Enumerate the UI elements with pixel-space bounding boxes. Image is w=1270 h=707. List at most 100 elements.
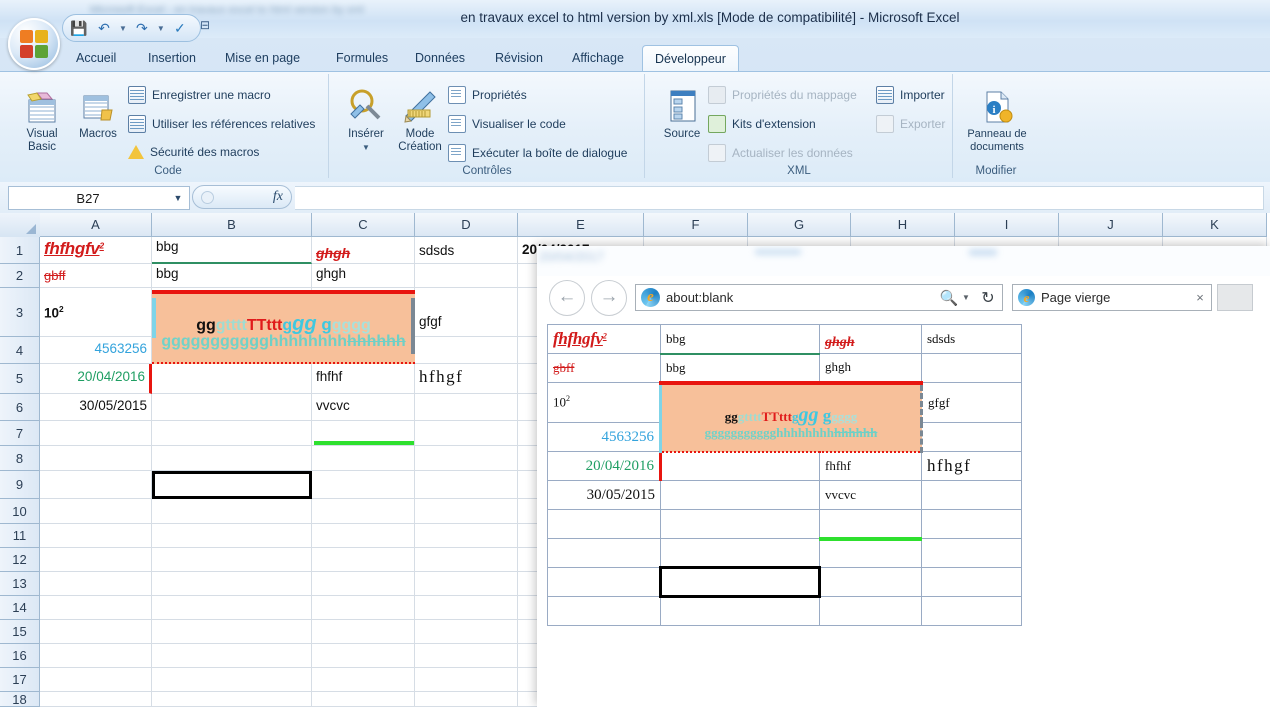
cell-merged-B3-C4[interactable]: gggttttTTtttggg ggggg ggggggggggghhhhhhh… (152, 290, 415, 364)
tab-revision[interactable]: Révision (483, 45, 555, 72)
grid-cell[interactable] (152, 499, 312, 524)
document-panel-button[interactable]: i Panneau de documents (966, 82, 1028, 154)
grid-cell[interactable] (40, 620, 152, 644)
grid-cell[interactable] (415, 692, 518, 707)
column-header-e[interactable]: E (518, 213, 644, 237)
cell-C2[interactable]: ghgh (312, 264, 415, 288)
refresh-icon[interactable]: ↻ (974, 288, 1002, 308)
grid-cell[interactable] (415, 446, 518, 471)
export-item[interactable]: Exporter (876, 115, 945, 133)
row-header-11[interactable]: 11 (0, 524, 40, 548)
grid-cell[interactable] (40, 572, 152, 596)
grid-cell[interactable] (415, 394, 518, 421)
properties-item[interactable]: Propriétés (448, 86, 527, 104)
row-header-10[interactable]: 10 (0, 499, 40, 524)
grid-cell[interactable] (415, 421, 518, 446)
visual-basic-button[interactable]: Visual Basic (14, 82, 70, 154)
grid-cell[interactable] (312, 548, 415, 572)
grid-cell[interactable] (415, 471, 518, 499)
row-header-18[interactable]: 18 (0, 692, 40, 707)
grid-cell[interactable] (152, 364, 312, 394)
grid-cell[interactable] (415, 644, 518, 668)
tab-mise-en-page[interactable]: Mise en page (213, 45, 312, 72)
column-header-a[interactable]: A (40, 213, 152, 237)
cell-B1[interactable]: bbg (152, 237, 312, 264)
column-header-k[interactable]: K (1163, 213, 1267, 237)
grid-cell[interactable] (40, 644, 152, 668)
row-header-3[interactable]: 3 (0, 288, 40, 337)
tab-insertion[interactable]: Insertion (136, 45, 208, 72)
row-header-4[interactable]: 4 (0, 337, 40, 364)
cancel-formula-icon[interactable] (201, 190, 214, 204)
grid-cell[interactable] (152, 692, 312, 707)
grid-cell[interactable] (40, 548, 152, 572)
row-header-2[interactable]: 2 (0, 264, 40, 288)
design-mode-button[interactable]: Mode Création (392, 82, 448, 154)
grid-cell[interactable] (40, 471, 152, 499)
internet-explorer-window[interactable]: 20/04/2017 ← → about:blank 🔍 ▼ ↻ Page vi… (537, 246, 1270, 707)
redo-dropdown-icon[interactable]: ▼ (157, 24, 165, 33)
grid-cell[interactable] (152, 668, 312, 692)
column-header-b[interactable]: B (152, 213, 312, 237)
cell-D3[interactable]: gfgf (415, 288, 518, 337)
cell-A3[interactable]: 102 (40, 288, 152, 337)
grid-cell[interactable] (415, 596, 518, 620)
macro-security-item[interactable]: Sécurité des macros (128, 144, 259, 160)
column-header-c[interactable]: C (312, 213, 415, 237)
back-button[interactable]: ← (549, 280, 585, 316)
row-header-15[interactable]: 15 (0, 620, 40, 644)
map-properties-item[interactable]: Propriétés du mappage (708, 86, 857, 104)
grid-cell[interactable] (152, 620, 312, 644)
grid-cell[interactable] (312, 620, 415, 644)
row-header-9[interactable]: 9 (0, 471, 40, 499)
row-header-13[interactable]: 13 (0, 572, 40, 596)
grid-cell[interactable] (415, 668, 518, 692)
address-bar[interactable]: about:blank 🔍 ▼ ↻ (635, 284, 1003, 311)
row-header-12[interactable]: 12 (0, 548, 40, 572)
new-tab-button[interactable] (1217, 284, 1253, 311)
row-header-7[interactable]: 7 (0, 421, 40, 446)
relative-refs-item[interactable]: Utiliser les références relatives (128, 115, 315, 133)
grid-cell[interactable] (40, 421, 152, 446)
cell-B2[interactable]: bbg (152, 264, 312, 288)
view-code-item[interactable]: Visualiser le code (448, 115, 566, 133)
refresh-data-item[interactable]: Actualiser les données (708, 144, 853, 162)
name-box-dropdown-icon[interactable]: ▼ (167, 193, 189, 203)
cell-A1[interactable]: fhfhgfv2 (40, 237, 152, 264)
record-macro-item[interactable]: Enregistrer une macro (128, 86, 271, 104)
cell-C6[interactable]: vvcvc (312, 394, 415, 421)
name-box[interactable]: B27 ▼ (8, 186, 190, 210)
grid-cell[interactable] (152, 394, 312, 421)
grid-cell[interactable] (40, 668, 152, 692)
undo-dropdown-icon[interactable]: ▼ (119, 24, 127, 33)
grid-cell[interactable] (415, 337, 518, 364)
tab-formules[interactable]: Formules (324, 45, 400, 72)
browser-tab[interactable]: Page vierge × (1012, 284, 1212, 311)
grid-cell[interactable] (152, 446, 312, 471)
grid-cell[interactable] (152, 421, 312, 446)
grid-cell[interactable] (152, 596, 312, 620)
column-header-h[interactable]: H (851, 213, 955, 237)
grid-cell[interactable] (312, 668, 415, 692)
grid-cell[interactable] (312, 572, 415, 596)
grid-cell[interactable] (415, 524, 518, 548)
row-header-5[interactable]: 5 (0, 364, 40, 394)
column-header-g[interactable]: G (748, 213, 851, 237)
tab-accueil[interactable]: Accueil (64, 45, 128, 72)
cell-A6[interactable]: 30/05/2015 (40, 394, 152, 421)
grid-cell[interactable] (40, 524, 152, 548)
grid-cell[interactable] (40, 692, 152, 707)
formula-input[interactable] (295, 186, 1264, 210)
grid-cell[interactable] (152, 524, 312, 548)
xml-source-button[interactable]: Source (654, 82, 710, 141)
row-header-8[interactable]: 8 (0, 446, 40, 471)
search-icon[interactable]: 🔍 (936, 289, 962, 307)
row-header-14[interactable]: 14 (0, 596, 40, 620)
grid-cell[interactable] (312, 692, 415, 707)
redo-icon[interactable]: ↷ (132, 19, 152, 37)
row-header-1[interactable]: 1 (0, 237, 40, 264)
column-header-i[interactable]: I (955, 213, 1059, 237)
column-header-f[interactable]: F (644, 213, 748, 237)
tab-affichage[interactable]: Affichage (560, 45, 636, 72)
grid-cell[interactable] (415, 499, 518, 524)
